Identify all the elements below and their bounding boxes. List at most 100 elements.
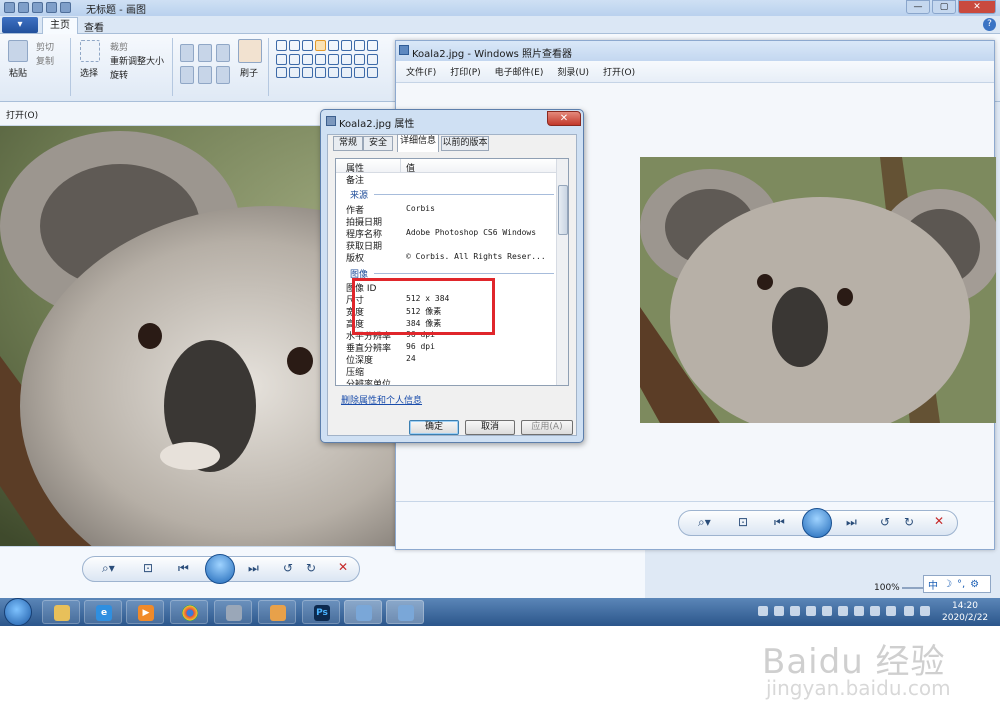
- undo-icon[interactable]: [32, 2, 43, 13]
- moon-icon[interactable]: ☽: [943, 579, 952, 590]
- next-icon[interactable]: ⏭: [846, 515, 857, 530]
- ribbon-tabs: [0, 16, 1000, 34]
- slideshow-icon[interactable]: [205, 554, 235, 584]
- taskbar-media-player[interactable]: ▶: [126, 600, 164, 624]
- rotate-right-icon[interactable]: ↻: [904, 515, 914, 529]
- brush-icon[interactable]: [238, 39, 262, 63]
- punctuation-icon[interactable]: °,: [957, 579, 965, 590]
- tray-icon[interactable]: [790, 606, 800, 616]
- ime-toolbar[interactable]: 中 ☽ °, ⚙: [923, 575, 991, 593]
- dialog-title: Koala2.jpg 属性: [339, 119, 415, 130]
- tray-icon[interactable]: [806, 606, 816, 616]
- fit-window-icon[interactable]: ⊡: [738, 515, 748, 529]
- crop-button[interactable]: 裁剪: [110, 40, 128, 53]
- paint-title-bar: 无标题 - 画图 — ▢ ✕: [0, 0, 1000, 16]
- previous-icon[interactable]: ⏮: [178, 561, 189, 576]
- tray-icon[interactable]: [854, 606, 864, 616]
- next-icon[interactable]: ⏭: [248, 561, 259, 576]
- menu-file[interactable]: 文件(F): [406, 65, 436, 78]
- shapes-gallery[interactable]: [276, 40, 378, 80]
- menu-open[interactable]: 打开(O): [603, 65, 635, 78]
- column-value[interactable]: 值: [406, 161, 415, 174]
- paste-button-label[interactable]: 粘贴: [9, 66, 27, 79]
- column-divider[interactable]: [400, 159, 401, 173]
- menu-burn[interactable]: 刻录(U): [557, 65, 589, 78]
- magnifier-icon[interactable]: [216, 66, 230, 84]
- close-button[interactable]: ✕: [958, 0, 996, 14]
- tab-general[interactable]: 常规: [333, 136, 363, 151]
- tab-security[interactable]: 安全: [363, 136, 393, 151]
- taskbar-photo-viewer-1[interactable]: [344, 600, 382, 624]
- taskbar-photoshop[interactable]: Ps: [302, 600, 340, 624]
- taskbar-ie[interactable]: e: [84, 600, 122, 624]
- details-scrollbar[interactable]: [556, 159, 568, 385]
- tray-icon[interactable]: [886, 606, 896, 616]
- volume-icon[interactable]: [920, 606, 930, 616]
- paste-icon[interactable]: [8, 40, 28, 62]
- rotate-left-icon[interactable]: ↺: [283, 561, 293, 575]
- taskbar-app[interactable]: [214, 600, 252, 624]
- ime-language[interactable]: 中: [928, 577, 938, 592]
- menu-print[interactable]: 打印(P): [450, 65, 480, 78]
- tab-details[interactable]: 详细信息: [397, 134, 439, 152]
- qat-dropdown-icon[interactable]: [60, 2, 71, 13]
- text-icon[interactable]: [216, 44, 230, 62]
- clock-time[interactable]: 14:20: [952, 601, 978, 611]
- minimize-button[interactable]: —: [906, 0, 930, 14]
- cancel-button[interactable]: 取消: [465, 420, 515, 435]
- delete-icon[interactable]: ✕: [934, 514, 944, 528]
- gear-icon[interactable]: ⚙: [970, 579, 979, 590]
- apply-button[interactable]: 应用(A): [521, 420, 573, 435]
- previous-icon[interactable]: ⏮: [774, 515, 785, 530]
- help-icon[interactable]: ?: [983, 18, 996, 31]
- rotate-left-icon[interactable]: ↺: [880, 515, 890, 529]
- fit-window-icon[interactable]: ⊡: [143, 561, 153, 575]
- cut-button[interactable]: 剪切: [36, 40, 54, 53]
- paint-viewer-controls: ⌕▾ ⊡ ⏮ ⏭ ↺ ↻ ✕: [0, 546, 645, 598]
- resize-button[interactable]: 重新调整大小: [110, 54, 164, 67]
- zoom-icon[interactable]: ⌕▾: [698, 515, 711, 530]
- dialog-close-button[interactable]: ✕: [547, 111, 581, 126]
- tray-icon[interactable]: [774, 606, 784, 616]
- slideshow-icon[interactable]: [802, 508, 832, 538]
- maximize-button[interactable]: ▢: [932, 0, 956, 14]
- clock-date[interactable]: 2020/2/22: [942, 613, 988, 623]
- zoom-icon[interactable]: ⌕▾: [102, 561, 115, 576]
- tray-icon[interactable]: [870, 606, 880, 616]
- paint-open-menu[interactable]: 打开(O): [6, 108, 38, 121]
- fill-icon[interactable]: [198, 44, 212, 62]
- tab-previous-versions[interactable]: 以前的版本: [441, 136, 489, 151]
- redo-icon[interactable]: [46, 2, 57, 13]
- taskbar-photo-viewer-2[interactable]: [386, 600, 424, 624]
- tab-view[interactable]: 查看: [84, 19, 104, 34]
- remove-properties-link[interactable]: 删除属性和个人信息: [341, 393, 422, 406]
- taskbar-paint[interactable]: [258, 600, 296, 624]
- tray-icon[interactable]: [838, 606, 848, 616]
- ribbon-separator: [172, 38, 173, 96]
- start-button[interactable]: [4, 598, 32, 626]
- taskbar-chrome[interactable]: [170, 600, 208, 624]
- paint-window-controls: — ▢ ✕: [906, 0, 996, 14]
- tray-icon[interactable]: [758, 606, 768, 616]
- color-picker-icon[interactable]: [198, 66, 212, 84]
- brush-button[interactable]: 刷子: [240, 66, 258, 79]
- menu-email[interactable]: 电子邮件(E): [495, 65, 544, 78]
- save-icon[interactable]: [18, 2, 29, 13]
- rotate-right-icon[interactable]: ↻: [306, 561, 316, 575]
- select-icon[interactable]: [80, 40, 100, 62]
- taskbar-explorer[interactable]: [42, 600, 80, 624]
- paint-app-menu-button[interactable]: ▾: [2, 17, 38, 33]
- eraser-icon[interactable]: [180, 66, 194, 84]
- viewer-app-icon: [399, 45, 409, 55]
- tab-home[interactable]: 主页: [42, 17, 78, 34]
- pencil-icon[interactable]: [180, 44, 194, 62]
- copy-button[interactable]: 复制: [36, 54, 54, 67]
- rotate-button[interactable]: 旋转: [110, 68, 128, 81]
- scrollbar-thumb[interactable]: [558, 185, 568, 235]
- select-button[interactable]: 选择: [80, 66, 98, 79]
- folder-icon: [54, 605, 70, 621]
- ok-button[interactable]: 确定: [409, 420, 459, 435]
- delete-icon[interactable]: ✕: [338, 560, 348, 574]
- tray-icon[interactable]: [822, 606, 832, 616]
- network-icon[interactable]: [904, 606, 914, 616]
